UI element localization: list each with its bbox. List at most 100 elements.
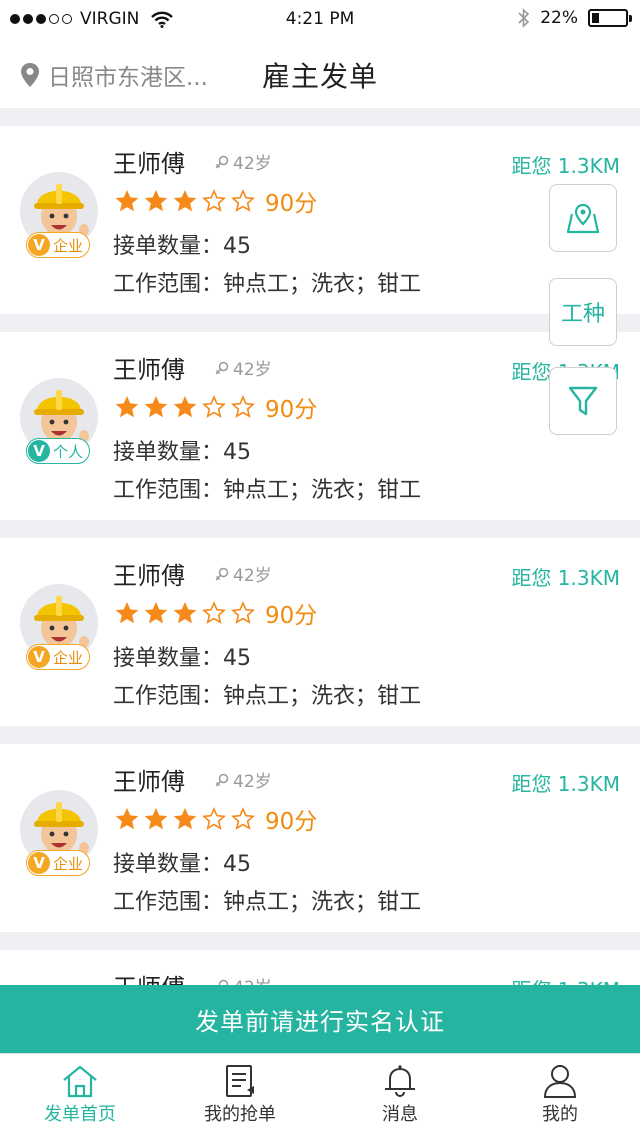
verification-banner-text: 发单前请进行实名认证 <box>195 1007 445 1036</box>
worker-age: 42岁 <box>214 149 272 174</box>
distance-label: 距您 1.3KM <box>511 772 620 796</box>
star-filled-icon <box>115 807 139 830</box>
star-filled-icon <box>173 395 197 418</box>
work-type-label: 工种 <box>560 302 605 327</box>
order-count: 接单数量：45 <box>113 646 251 671</box>
work-scope: 工作范围：钟点工；洗衣；钳工 <box>113 478 422 503</box>
filter-icon <box>568 386 598 416</box>
worker-card[interactable]: V企业 王师傅 42岁 距您 1.3KM 90分接单数量：45 工作范围：钟点工；洗衣；钳… <box>0 744 640 932</box>
badge-label: 企业 <box>53 236 84 255</box>
age-label: 42岁 <box>233 566 272 586</box>
work-scope: 工作范围：钟点工；洗衣；钳工 <box>113 890 422 915</box>
bell-icon <box>385 1065 415 1097</box>
rating-score: 90分 <box>265 809 318 835</box>
female-gender-icon <box>215 567 229 581</box>
star-empty-icon <box>230 189 256 212</box>
age-label: 42岁 <box>233 360 272 380</box>
star-filled-icon <box>173 807 197 830</box>
badge-mark: V <box>28 646 50 668</box>
worker-name: 王师傅 <box>113 356 185 384</box>
order-count: 接单数量：45 <box>113 440 251 465</box>
star-filled-icon <box>173 189 197 212</box>
badge-label: 企业 <box>53 854 84 873</box>
badge-label: 个人 <box>53 442 84 461</box>
user-icon <box>543 1065 577 1098</box>
worker-age: 42岁 <box>214 561 272 586</box>
tab-my-orders[interactable]: 我的抢单 <box>160 1054 320 1136</box>
tab-messages[interactable]: 消息 <box>320 1054 480 1136</box>
location-label: 日照市东港区... <box>48 65 208 91</box>
worker-name: 王师傅 <box>113 562 185 590</box>
star-filled-icon <box>173 601 197 624</box>
rating-score: 90分 <box>265 397 318 423</box>
verification-badge: V企业 <box>26 232 91 258</box>
worker-age: 42岁 <box>214 767 272 792</box>
star-empty-icon <box>230 807 256 830</box>
badge-mark: V <box>28 440 50 462</box>
star-filled-icon <box>144 601 168 624</box>
star-rating: 90分 <box>114 184 317 218</box>
female-gender-icon <box>215 773 229 787</box>
worker-card[interactable]: V企业 王师傅 42岁 距您 1.3KM 90分接单数量：45 工作范围：钟点工；洗衣；钳… <box>0 538 640 726</box>
star-filled-icon <box>144 189 168 212</box>
status-bar: VIRGIN 4:21 PM 22% <box>0 0 640 38</box>
distance-label: 距您 1.3KM <box>511 154 620 178</box>
star-empty-icon <box>201 189 227 212</box>
work-type-button[interactable]: 工种 <box>549 278 617 346</box>
worker-card[interactable]: V企业 王师傅 42岁 距您 1.3KM 90分接单数量：45 工作范围：钟点工；洗衣；钳… <box>0 126 640 314</box>
star-filled-icon <box>144 395 168 418</box>
order-count: 接单数量：45 <box>113 852 251 877</box>
filter-button[interactable] <box>549 367 617 435</box>
star-rating: 90分 <box>114 802 317 836</box>
star-filled-icon <box>115 189 139 212</box>
badge-mark: V <box>28 234 50 256</box>
star-filled-icon <box>115 601 139 624</box>
work-scope: 工作范围：钟点工；洗衣；钳工 <box>113 684 422 709</box>
star-empty-icon <box>230 601 256 624</box>
star-filled-icon <box>144 807 168 830</box>
female-gender-icon <box>215 155 229 169</box>
worker-name: 王师傅 <box>113 150 185 178</box>
location-pin-icon <box>21 63 39 87</box>
star-empty-icon <box>201 807 227 830</box>
verification-banner[interactable]: 发单前请进行实名认证 <box>0 985 640 1053</box>
star-rating: 90分 <box>114 596 317 630</box>
verification-badge: V企业 <box>26 850 91 876</box>
rating-score: 90分 <box>265 603 318 629</box>
page-title: 雇主发单 <box>262 60 379 93</box>
rating-score: 90分 <box>265 191 318 217</box>
female-gender-icon <box>215 361 229 375</box>
battery-icon <box>588 9 632 27</box>
map-pin-icon <box>566 203 600 234</box>
badge-label: 企业 <box>53 648 84 667</box>
tab-label: 发单首页 <box>44 1104 116 1125</box>
star-empty-icon <box>201 601 227 624</box>
age-label: 42岁 <box>233 154 272 174</box>
bluetooth-icon <box>518 8 530 28</box>
document-icon <box>226 1065 254 1097</box>
battery-percent: 22% <box>540 8 578 28</box>
location-selector[interactable]: 日照市东港区... <box>20 58 208 92</box>
nav-bar: 日照市东港区... 雇主发单 <box>0 38 640 108</box>
worker-card[interactable]: V个人王师傅42岁距您 1.3KM90分接单数量：45工作范围：钟点工；洗衣；钳… <box>0 332 640 520</box>
tab-home[interactable]: 发单首页 <box>0 1054 160 1136</box>
home-icon <box>63 1065 97 1098</box>
verification-badge: V企业 <box>26 644 91 670</box>
star-filled-icon <box>115 395 139 418</box>
tab-label: 消息 <box>382 1104 418 1125</box>
verification-badge: V 个人 <box>26 438 91 464</box>
star-rating: 90分 <box>114 390 317 424</box>
star-empty-icon <box>230 395 256 418</box>
tab-label: 我的 <box>542 1104 578 1125</box>
badge-mark: V <box>28 852 50 874</box>
work-scope: 工作范围：钟点工；洗衣；钳工 <box>113 272 422 297</box>
tab-bar: 发单首页 我的抢单 消息 我的 <box>0 1053 640 1136</box>
tab-profile[interactable]: 我的 <box>480 1054 640 1136</box>
order-count: 接单数量：45 <box>113 234 251 259</box>
distance-label: 距您 1.3KM <box>511 566 620 590</box>
worker-age: 42岁 <box>214 355 272 380</box>
map-button[interactable] <box>549 184 617 252</box>
star-empty-icon <box>201 395 227 418</box>
tab-label: 我的抢单 <box>204 1104 276 1125</box>
worker-name: 王师傅 <box>113 768 185 796</box>
